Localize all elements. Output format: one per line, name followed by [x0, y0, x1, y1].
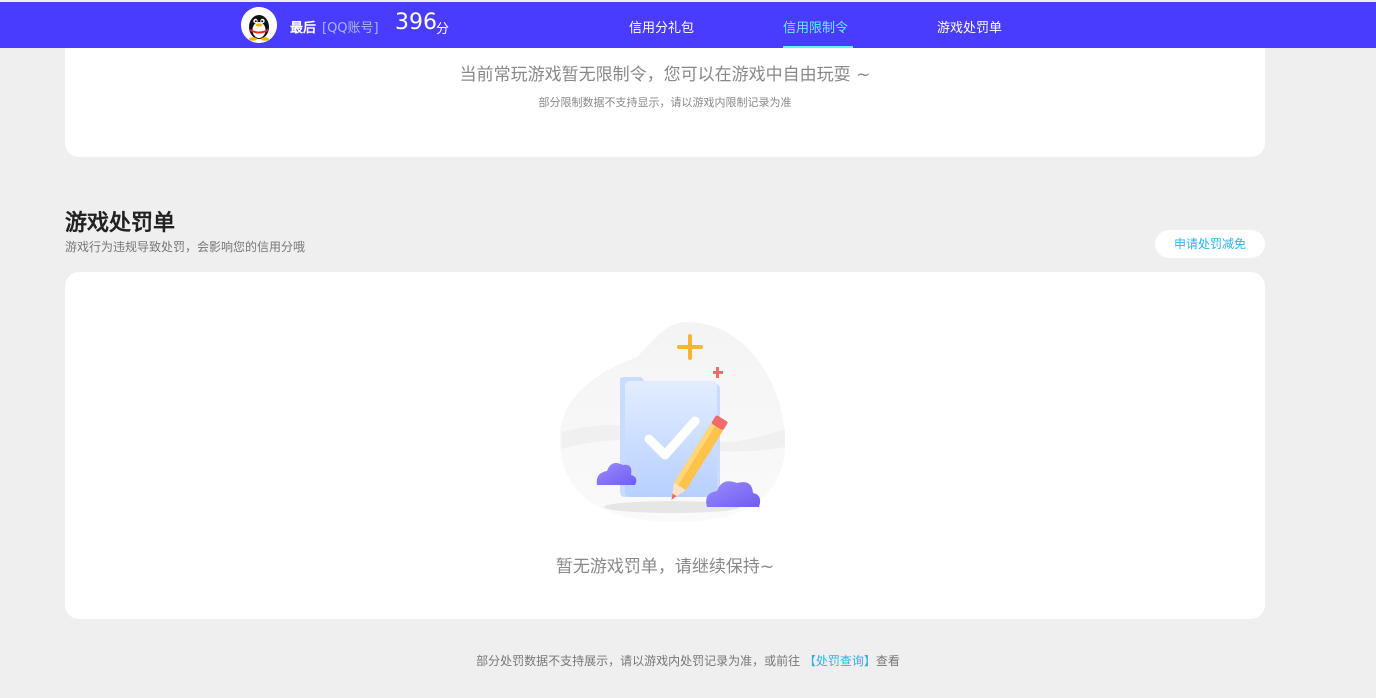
penalty-card: 暂无游戏罚单，请继续保持~ — [65, 272, 1265, 619]
restriction-card: 当前常玩游戏暂无限制令，您可以在游戏中自由玩耍 ~ 部分限制数据不支持显示，请以… — [65, 48, 1265, 157]
penalty-empty-message: 暂无游戏罚单，请继续保持~ — [555, 557, 775, 577]
penalty-section-subtitle: 游戏行为违规导致处罚，会影响您的信用分哦 — [65, 240, 306, 254]
apply-penalty-reduction-button[interactable]: 申请处罚减免 — [1155, 230, 1265, 258]
qq-penguin-icon — [241, 7, 277, 43]
credit-score: 396 — [395, 10, 437, 35]
tab-credit-gift[interactable]: 信用分礼包 — [629, 17, 694, 36]
restriction-note: 部分限制数据不支持显示，请以游戏内限制记录为准 — [538, 96, 792, 109]
top-nav-bar: 最后 [QQ账号] 396 分 信用分礼包 信用限制令 游戏处罚单 — [0, 2, 1376, 49]
footer-note: 部分处罚数据不支持展示，请以游戏内处罚记录为准，或前往 【处罚查询】查看 — [0, 652, 1376, 669]
tab-game-penalty[interactable]: 游戏处罚单 — [937, 17, 1002, 36]
penalty-section-title: 游戏处罚单 — [65, 211, 176, 236]
restriction-empty-message: 当前常玩游戏暂无限制令，您可以在游戏中自由玩耍 ~ — [459, 65, 871, 85]
user-avatar[interactable] — [241, 7, 277, 43]
footer-text: 部分处罚数据不支持展示，请以游戏内处罚记录为准，或前往 — [476, 654, 804, 668]
credit-score-unit: 分 — [436, 22, 450, 37]
account-type-label: [QQ账号] — [322, 21, 379, 36]
user-name: 最后 — [290, 21, 317, 36]
penalty-query-link[interactable]: 【处罚查询】 — [804, 654, 876, 668]
tab-credit-restriction[interactable]: 信用限制令 — [783, 17, 848, 36]
footer-text-end: 查看 — [875, 654, 900, 668]
empty-folder-pencil-illustration — [559, 322, 786, 522]
